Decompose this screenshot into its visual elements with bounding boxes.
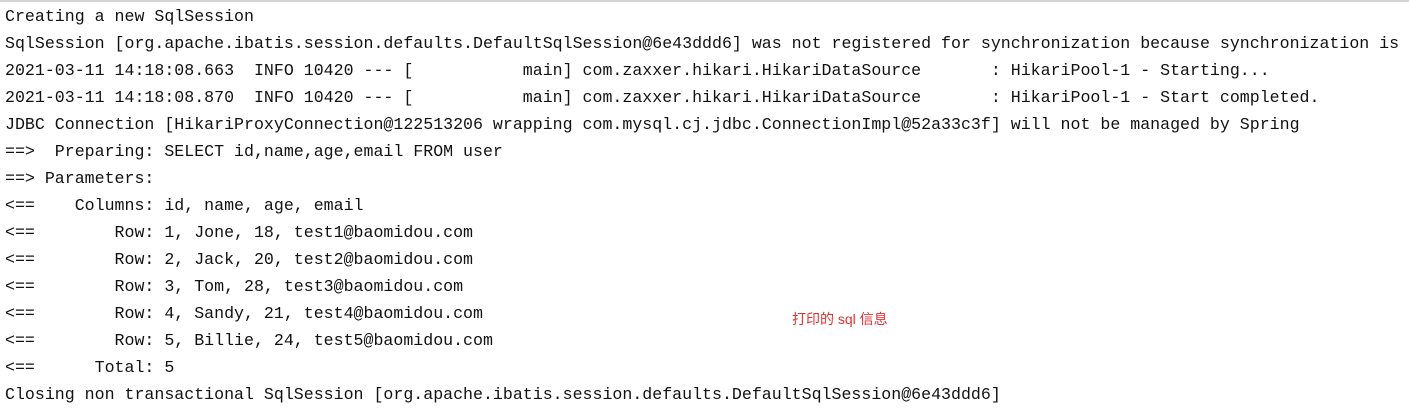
log-line: 2021-03-11 14:18:08.663 INFO 10420 --- [… — [5, 61, 1270, 80]
log-line: Creating a new SqlSession — [5, 7, 254, 26]
log-line: 2021-03-11 14:18:08.870 INFO 10420 --- [… — [5, 88, 1320, 107]
sql-row-line: <== Row: 4, Sandy, 21, test4@baomidou.co… — [5, 304, 483, 323]
sql-row-line: <== Row: 3, Tom, 28, test3@baomidou.com — [5, 277, 464, 296]
sql-row-line: <== Row: 2, Jack, 20, test2@baomidou.com — [5, 250, 474, 269]
annotation-note: 打印的 sql 信息 — [792, 311, 888, 327]
sql-columns-line: <== Columns: id, name, age, email — [5, 196, 364, 215]
sql-total-line: <== Total: 5 — [5, 358, 175, 377]
console-output: Creating a new SqlSession SqlSession [or… — [5, 3, 1399, 408]
log-line: JDBC Connection [HikariProxyConnection@1… — [5, 115, 1300, 134]
sql-row-line: <== Row: 5, Billie, 24, test5@baomidou.c… — [5, 331, 493, 350]
log-line: Closing non transactional SqlSession [or… — [5, 385, 1001, 404]
sql-row-line: <== Row: 1, Jone, 18, test1@baomidou.com — [5, 223, 474, 242]
top-border — [0, 0, 1409, 2]
sql-preparing-line: ==> Preparing: SELECT id,name,age,email … — [5, 142, 503, 161]
sql-parameters-line: ==> Parameters: — [5, 169, 165, 188]
log-line: SqlSession [org.apache.ibatis.session.de… — [5, 34, 1400, 53]
